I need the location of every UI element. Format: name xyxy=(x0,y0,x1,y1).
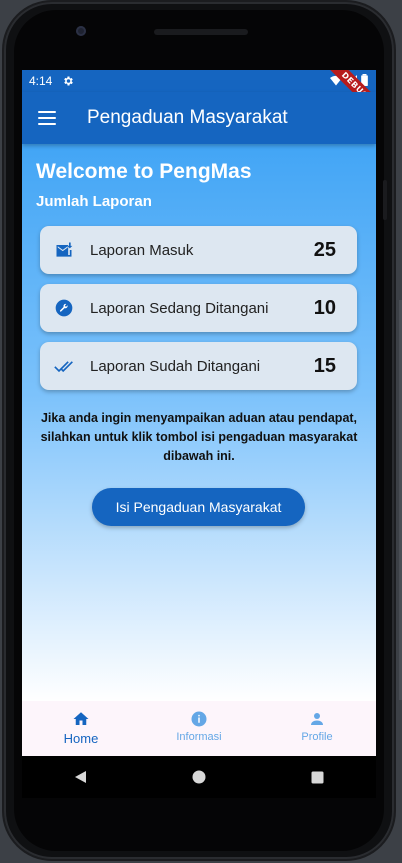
status-bar: 4:14 DEBUG xyxy=(22,70,376,121)
back-triangle-icon xyxy=(75,771,86,783)
nav-label-home: Home xyxy=(63,731,99,746)
home-icon xyxy=(73,712,89,725)
done-all-icon xyxy=(54,361,73,373)
home-button[interactable] xyxy=(179,762,219,792)
card-laporan-sedang-ditangani[interactable]: Laporan Sedang Ditangani 10 xyxy=(40,284,357,332)
recents-square-icon xyxy=(311,771,323,783)
card-count: 25 xyxy=(313,238,336,261)
system-navigation-bar xyxy=(22,756,376,798)
home-circle-icon xyxy=(192,770,206,784)
volume-button xyxy=(383,180,387,220)
card-laporan-masuk[interactable]: Laporan Masuk 25 xyxy=(40,226,357,274)
app-title: Pengaduan Masyarakat xyxy=(87,107,288,128)
card-label: Laporan Sudah Ditangani xyxy=(90,357,261,375)
bottom-navigation: Home Informasi Profile xyxy=(22,701,376,756)
info-icon xyxy=(191,711,207,727)
card-label: Laporan Masuk xyxy=(90,241,194,259)
card-count: 15 xyxy=(313,354,336,377)
report-count-heading: Jumlah Laporan xyxy=(36,193,152,210)
isi-pengaduan-button[interactable]: Isi Pengaduan Masyarakat xyxy=(92,488,305,526)
back-button[interactable] xyxy=(61,762,101,792)
nav-label-informasi: Informasi xyxy=(176,731,222,743)
nav-item-home[interactable]: Home xyxy=(22,701,140,756)
home-body: Welcome to PengMas Jumlah Laporan Lapora… xyxy=(22,144,376,701)
menu-icon[interactable] xyxy=(38,111,56,125)
welcome-heading: Welcome to PengMas xyxy=(36,160,252,183)
card-laporan-sudah-ditangani[interactable]: Laporan Sudah Ditangani 15 xyxy=(40,342,357,390)
wrench-icon xyxy=(55,299,73,317)
nav-item-profile[interactable]: Profile xyxy=(258,701,376,756)
app-screen: 4:14 DEBUG Pengaduan Masyarakat Welcome … xyxy=(22,70,376,756)
card-count: 10 xyxy=(313,296,336,319)
settings-gear-icon xyxy=(62,75,74,87)
person-icon xyxy=(311,713,323,725)
card-label: Laporan Sedang Ditangani xyxy=(90,299,269,317)
recents-button[interactable] xyxy=(297,762,337,792)
info-text: Jika anda ingin menyampaikan aduan atau … xyxy=(40,411,358,463)
app-bar: Pengaduan Masyarakat xyxy=(22,92,376,144)
nav-item-informasi[interactable]: Informasi xyxy=(140,701,258,756)
nav-label-profile: Profile xyxy=(301,731,333,743)
earpiece-speaker xyxy=(154,29,248,35)
mail-incoming-icon xyxy=(56,242,73,257)
status-time: 4:14 xyxy=(29,74,53,88)
front-camera xyxy=(76,26,86,36)
